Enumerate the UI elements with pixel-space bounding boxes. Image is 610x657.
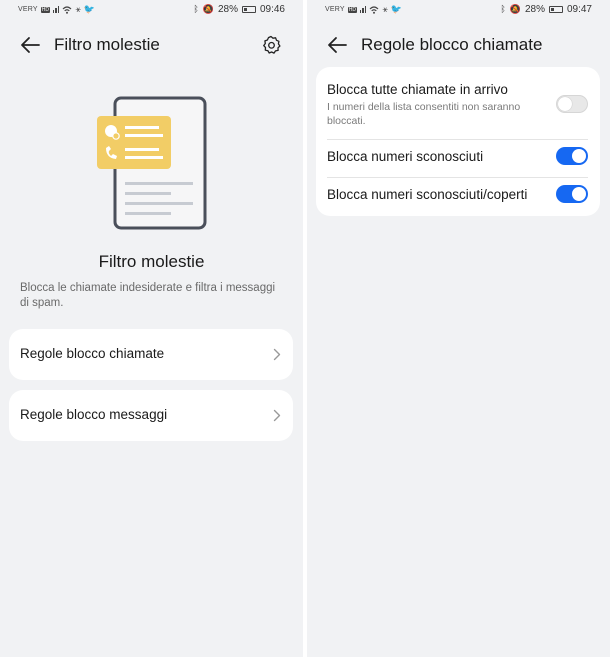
block-unknown-toggle[interactable] (556, 147, 588, 165)
signal-icon (52, 6, 60, 13)
call-block-rules-screen: VERY HD ⚹ 🐦 ᛒ 🔕 28% 09:47 Regole blocco … (307, 0, 610, 657)
block-all-calls-label: Blocca tutte chiamate in arrivo (327, 82, 508, 97)
mute-icon: ⚹ (75, 4, 81, 14)
filtro-molestie-screen: VERY HD ⚹ 🐦 ᛒ 🔕 28% 09:46 Filtro molesti… (0, 0, 303, 657)
twitter-icon: 🐦 (83, 4, 96, 14)
block-unknown-hidden-label: Blocca numeri sconosciuti/coperti (327, 187, 528, 202)
hd-badge: HD (347, 6, 357, 13)
carrier-label: VERY (325, 6, 345, 13)
chevron-right-icon (273, 348, 281, 361)
page-title: Regole blocco chiamate (361, 35, 543, 54)
app-bar: Regole blocco chiamate (307, 30, 610, 60)
bluetooth-icon: ᛒ (500, 4, 506, 14)
silent-bell-icon: 🔕 (202, 4, 214, 14)
message-block-rules-item[interactable]: Regole blocco messaggi (9, 390, 293, 441)
bluetooth-icon: ᛒ (193, 4, 199, 14)
call-block-rules-label: Regole blocco chiamate (20, 346, 165, 361)
block-all-calls-row[interactable]: Blocca tutte chiamate in arrivo I numeri… (327, 82, 588, 128)
hd-badge: HD (40, 6, 50, 13)
wifi-icon (63, 5, 72, 14)
status-bar: VERY HD ⚹ 🐦 ᛒ 🔕 28% 09:46 (0, 0, 303, 20)
call-block-settings-card: Blocca tutte chiamate in arrivo I numeri… (316, 67, 600, 216)
battery-icon (241, 6, 256, 13)
carrier-label: VERY (18, 6, 38, 13)
app-bar: Filtro molestie (0, 30, 303, 60)
section-heading: Filtro molestie (98, 252, 205, 271)
block-unknown-hidden-row[interactable]: Blocca numeri sconosciuti/coperti (327, 185, 588, 203)
gear-icon[interactable] (261, 35, 281, 55)
wifi-icon (370, 5, 379, 14)
block-unknown-label: Blocca numeri sconosciuti (327, 149, 484, 164)
battery-percent: 28% (524, 4, 545, 15)
block-all-calls-sublabel: I numeri della lista consentiti non sara… (327, 101, 521, 127)
battery-percent: 28% (217, 4, 238, 15)
section-description: Blocca le chiamate indesiderate e filtra… (20, 282, 276, 309)
arrow-left-icon[interactable] (20, 36, 40, 54)
arrow-left-icon[interactable] (327, 36, 347, 54)
block-unknown-hidden-toggle[interactable] (556, 185, 588, 203)
clock: 09:46 (259, 4, 285, 15)
call-block-rules-item[interactable]: Regole blocco chiamate (9, 329, 293, 380)
spam-filter-illustration (97, 96, 207, 230)
silent-bell-icon: 🔕 (509, 4, 521, 14)
status-bar: VERY HD ⚹ 🐦 ᛒ 🔕 28% 09:47 (307, 0, 610, 20)
clock: 09:47 (566, 4, 592, 15)
block-unknown-row[interactable]: Blocca numeri sconosciuti (327, 147, 588, 165)
chevron-right-icon (273, 409, 281, 422)
battery-icon (548, 6, 563, 13)
mute-icon: ⚹ (382, 4, 388, 14)
page-title: Filtro molestie (54, 35, 160, 54)
divider (327, 177, 588, 178)
block-all-calls-toggle[interactable] (556, 95, 588, 113)
twitter-icon: 🐦 (390, 4, 403, 14)
message-block-rules-label: Regole blocco messaggi (20, 407, 168, 422)
divider (327, 139, 588, 140)
signal-icon (359, 6, 367, 13)
